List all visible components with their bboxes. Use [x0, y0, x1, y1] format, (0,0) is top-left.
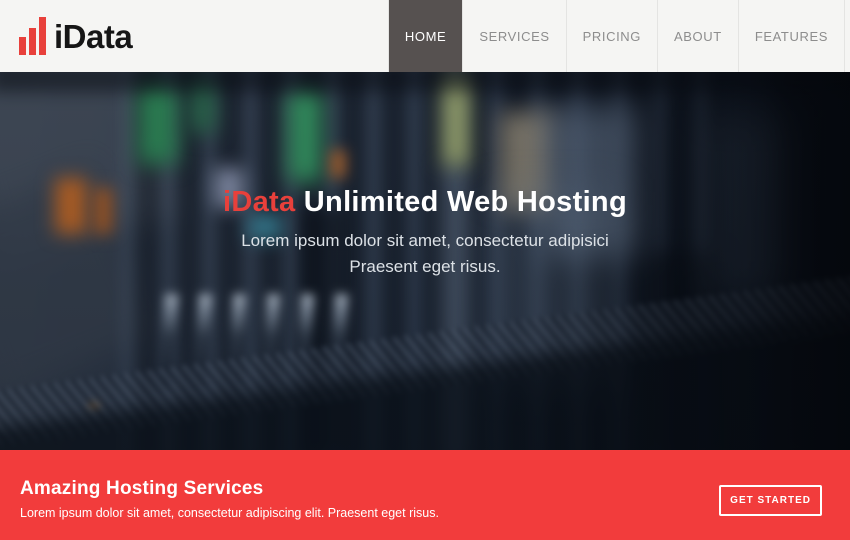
page: iData HOME SERVICES PRICING ABOUT FEATUR…: [0, 0, 850, 540]
hero-title-rest: Unlimited Web Hosting: [295, 186, 627, 218]
bar-chart-bar: [29, 28, 36, 55]
hero-title-accent: iData: [223, 186, 295, 218]
photo-knob: [295, 294, 315, 390]
hero-title: iData Unlimited Web Hosting: [0, 184, 850, 220]
photo-shadow: [0, 300, 850, 450]
brand-name: iData: [54, 20, 132, 53]
hero-section: iData Unlimited Web Hosting Lorem ipsum …: [0, 72, 850, 450]
brand-logo[interactable]: iData: [0, 0, 132, 72]
bar-chart-bar: [19, 37, 26, 55]
nav-item-pricing[interactable]: PRICING: [566, 0, 657, 72]
photo-knob: [261, 294, 281, 390]
main-nav: HOME SERVICES PRICING ABOUT FEATURES: [388, 0, 845, 72]
hero-subtitle: Lorem ipsum dolor sit amet, consectetur …: [0, 228, 850, 280]
hero-subtitle-line-1: Lorem ipsum dolor sit amet, consectetur …: [0, 228, 850, 254]
nav-item-features[interactable]: FEATURES: [738, 0, 845, 72]
cta-banner: Amazing Hosting Services Lorem ipsum dol…: [0, 450, 850, 540]
photo-knob: [329, 294, 349, 390]
get-started-button[interactable]: GET STARTED: [719, 485, 822, 516]
photo-knob: [193, 294, 213, 390]
banner-text: Lorem ipsum dolor sit amet, consectetur …: [20, 506, 439, 520]
bar-chart-bar: [39, 17, 46, 55]
banner-copy: Amazing Hosting Services Lorem ipsum dol…: [20, 478, 439, 520]
banner-heading: Amazing Hosting Services: [20, 478, 439, 500]
bar-chart-icon: [19, 17, 46, 55]
photo-orange-connector: [88, 402, 100, 410]
photo-dark-column: [645, 252, 720, 450]
photo-knob: [159, 294, 179, 390]
site-header: iData HOME SERVICES PRICING ABOUT FEATUR…: [0, 0, 850, 72]
hero-subtitle-line-2: Praesent eget risus.: [0, 254, 850, 280]
nav-item-about[interactable]: ABOUT: [657, 0, 738, 72]
nav-item-services[interactable]: SERVICES: [462, 0, 565, 72]
nav-item-home[interactable]: HOME: [388, 0, 462, 72]
hero-content: iData Unlimited Web Hosting Lorem ipsum …: [0, 72, 850, 280]
photo-cable-tray: [0, 264, 850, 449]
photo-knob: [227, 294, 247, 390]
